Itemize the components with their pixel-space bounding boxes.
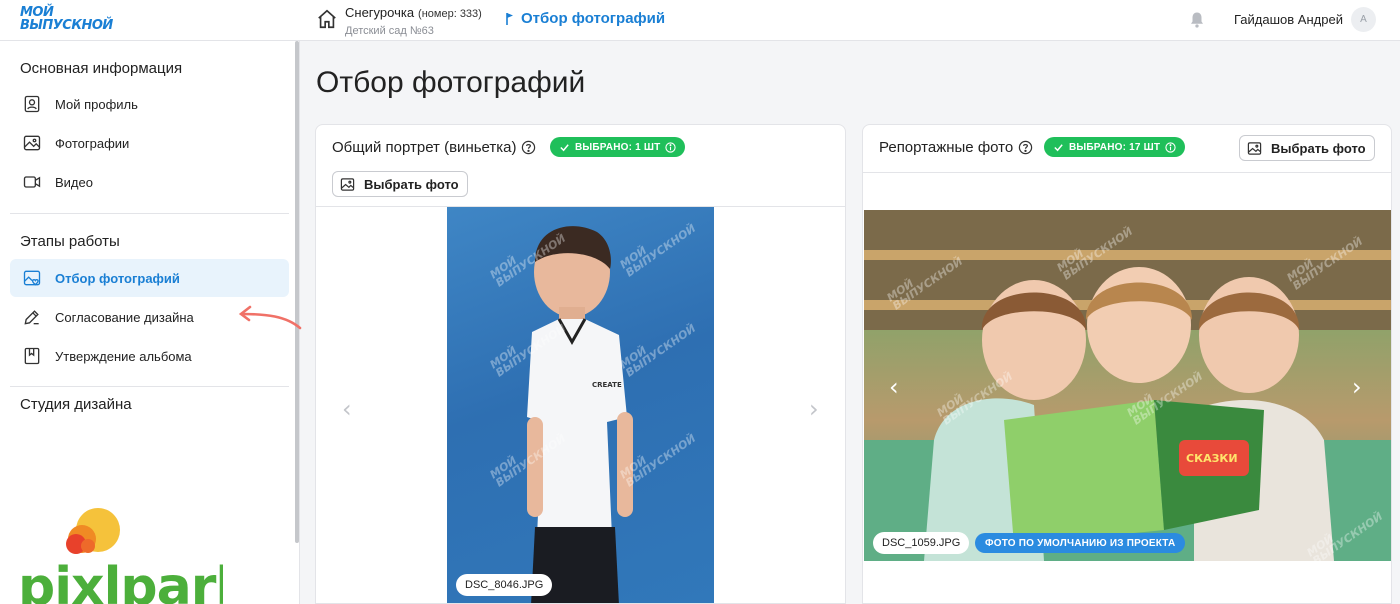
notifications-bell-icon[interactable] [1188, 10, 1206, 30]
user-name[interactable]: Гайдашов Андрей [1234, 12, 1343, 27]
bookmark-icon [24, 347, 40, 365]
annotation-arrow-icon [238, 305, 302, 330]
default-photo-tag: ФОТО ПО УМОЛЧАНИЮ ИЗ ПРОЕКТА [975, 533, 1186, 553]
select-photo-button[interactable]: Выбрать фото [332, 171, 468, 197]
page-title: Отбор фотографий [316, 66, 586, 99]
home-icon[interactable] [316, 8, 338, 30]
video-icon [23, 176, 41, 188]
sidebar-scrollbar[interactable] [295, 41, 299, 543]
breadcrumb-current: Отбор фотографий [521, 10, 666, 27]
image-icon [23, 135, 41, 151]
pencil-icon [24, 310, 39, 325]
image-icon [340, 177, 355, 191]
check-icon [1054, 143, 1063, 151]
card-title: Общий портрет (виньетка) [332, 139, 536, 156]
info-icon [1165, 141, 1176, 153]
sidebar-item-profile[interactable]: Мой профиль [10, 85, 289, 123]
sidebar-item-design-studio[interactable]: Студия дизайна [20, 396, 132, 413]
sidebar: Основная информация Мой профиль Фотограф… [0, 41, 302, 604]
portrait-card: Общий портрет (виньетка) ВЫБРАНО: 1 ШТ В… [315, 124, 846, 604]
reportage-card: Репортажные фото ВЫБРАНО: 17 ШТ Выбрать … [862, 124, 1392, 604]
svg-text:СКАЗКИ: СКАЗКИ [1186, 452, 1238, 465]
top-bar: МОЙ ВЫПУСКНОЙ Снегурочка (номер: 333) Дет… [0, 0, 1400, 41]
help-icon[interactable] [1018, 140, 1033, 155]
app-logo[interactable]: МОЙ ВЫПУСКНОЙ [20, 6, 130, 36]
selected-count-badge[interactable]: ВЫБРАНО: 1 ШТ [550, 137, 686, 157]
svg-text:CREATE: CREATE [592, 381, 622, 389]
project-info[interactable]: Снегурочка (номер: 333) Детский сад №63 [345, 4, 482, 37]
sidebar-item-photo-select[interactable]: Отбор фотографий [10, 259, 289, 297]
avatar[interactable]: А [1351, 7, 1376, 32]
reportage-photo[interactable]: СКАЗКИ МОЙ ВЫПУСКНОЙ МОЙ ВЫПУСКНОЙ МОЙ ВЫПУ… [864, 210, 1391, 561]
breadcrumb: Отбор фотографий [505, 10, 665, 27]
project-org: Детский сад №63 [345, 25, 434, 37]
sidebar-item-photos[interactable]: Фотографии [10, 124, 289, 162]
sidebar-divider [10, 386, 289, 387]
next-photo-chevron-icon[interactable]: › [1352, 375, 1368, 399]
card-divider [863, 172, 1391, 173]
photo-filename: DSC_8046.JPG [456, 574, 553, 596]
next-photo-chevron-icon[interactable]: › [809, 397, 825, 421]
card-title: Репортажные фото [879, 139, 1033, 156]
prev-photo-chevron-icon[interactable]: ‹ [889, 375, 905, 399]
portrait-illustration: CREATE [527, 226, 633, 603]
check-icon [560, 143, 569, 151]
flag-icon [506, 12, 513, 25]
info-icon [665, 141, 677, 153]
project-number: (номер: 333) [418, 8, 482, 20]
selected-count-badge[interactable]: ВЫБРАНО: 17 ШТ [1044, 137, 1186, 157]
sidebar-item-album-approval[interactable]: Утверждение альбома [10, 337, 289, 375]
photo-filename: DSC_1059.JPG [873, 532, 970, 554]
select-photo-button[interactable]: Выбрать фото [1239, 135, 1375, 161]
prev-photo-chevron-icon[interactable]: ‹ [342, 397, 358, 421]
svg-text:pixlpark: pixlpark [18, 557, 223, 604]
sidebar-item-video[interactable]: Видео [10, 163, 289, 201]
portrait-photo[interactable]: CREATE МОЙ ВЫПУСКНОЙ МОЙ ВЫПУСКНОЙ МОЙ ВЫПУ… [447, 207, 714, 603]
project-name: Снегурочка [345, 5, 415, 20]
image-icon [1247, 141, 1262, 155]
profile-icon [24, 95, 40, 113]
photo-select-icon [23, 270, 41, 286]
pixlpark-logo: pixlpark [18, 508, 223, 604]
sidebar-section-stages: Этапы работы [20, 233, 120, 250]
sidebar-section-main: Основная информация [20, 60, 183, 77]
help-icon[interactable] [521, 140, 536, 155]
sidebar-divider [10, 213, 289, 214]
